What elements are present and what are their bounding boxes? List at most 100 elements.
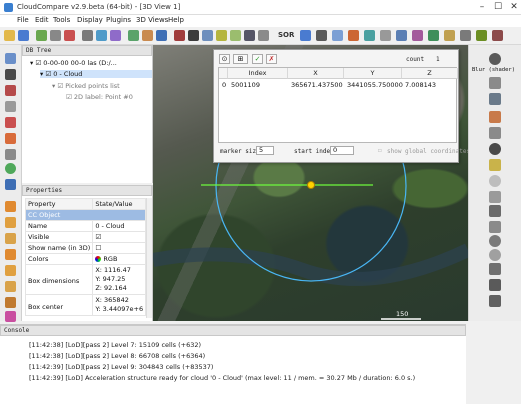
- compute-icon[interactable]: [380, 30, 391, 41]
- export-button[interactable]: ⊞: [233, 54, 248, 64]
- properties-scrollbar[interactable]: [146, 198, 152, 318]
- tree-item-picked-points[interactable]: ▾ ☑ Picked points list: [52, 82, 120, 90]
- measure-icon[interactable]: [444, 30, 455, 41]
- picked-point-marker[interactable]: [307, 181, 315, 189]
- prop-show-name-checkbox[interactable]: ☐: [92, 242, 147, 254]
- close-button[interactable]: ✕: [506, 1, 521, 13]
- cell-z[interactable]: 7.008143: [405, 81, 436, 89]
- start-index-spinbox[interactable]: 0: [330, 146, 354, 155]
- globe-icon[interactable]: [5, 163, 16, 174]
- scale-icon[interactable]: [5, 69, 16, 80]
- menu-3d-views[interactable]: 3D Views: [136, 16, 168, 24]
- screenshot-icon[interactable]: [489, 279, 501, 291]
- octree-icon[interactable]: [428, 30, 439, 41]
- camera-icon[interactable]: [489, 221, 501, 233]
- maximize-button[interactable]: ☐: [490, 1, 506, 13]
- scalar-field-icon[interactable]: [110, 30, 121, 41]
- delete-icon[interactable]: [64, 30, 75, 41]
- compass-icon[interactable]: [489, 235, 501, 247]
- rotate-icon[interactable]: [332, 30, 343, 41]
- view-icon[interactable]: [396, 30, 407, 41]
- view-iso-icon[interactable]: [5, 297, 16, 308]
- view-left-icon[interactable]: [5, 233, 16, 244]
- tree-item-label-point[interactable]: ☑ 2D label: Point #0: [66, 93, 133, 101]
- remove-last-button[interactable]: ⊙: [219, 54, 230, 64]
- trace-icon[interactable]: [460, 30, 471, 41]
- show-global-checkbox[interactable]: ☐: [378, 147, 382, 154]
- label-icon[interactable]: [348, 30, 359, 41]
- view-right-icon[interactable]: [5, 249, 16, 260]
- mesh-icon[interactable]: [156, 30, 167, 41]
- view-back-icon[interactable]: [5, 265, 16, 276]
- view-front-icon[interactable]: [5, 201, 16, 212]
- sphere-icon[interactable]: [489, 175, 501, 187]
- ssao-icon[interactable]: [489, 93, 501, 105]
- cancel-button[interactable]: ✗: [266, 54, 277, 64]
- canupo-icon[interactable]: [476, 30, 487, 41]
- edit-scalar-icon[interactable]: [5, 85, 16, 96]
- clone-icon[interactable]: [36, 30, 47, 41]
- prop-colors-select[interactable]: RGB: [92, 253, 147, 265]
- filter-icon[interactable]: [230, 30, 241, 41]
- shader-icon[interactable]: [489, 77, 501, 89]
- gear-icon[interactable]: [489, 53, 501, 65]
- fullscreen-icon[interactable]: [489, 263, 501, 275]
- cell-x[interactable]: 365671.437500: [291, 81, 343, 89]
- align-icon[interactable]: [5, 133, 16, 144]
- view-top-icon[interactable]: [5, 217, 16, 228]
- subsample-icon[interactable]: [258, 30, 269, 41]
- distance-icon[interactable]: [142, 30, 153, 41]
- color-icon[interactable]: [216, 30, 227, 41]
- menu-edit[interactable]: Edit: [35, 16, 49, 24]
- north-icon[interactable]: [489, 205, 501, 217]
- plane-icon[interactable]: [188, 30, 199, 41]
- menu-tools[interactable]: Tools: [53, 16, 70, 24]
- open-icon[interactable]: [4, 30, 15, 41]
- cross-section-icon[interactable]: [202, 30, 213, 41]
- prop-name-value[interactable]: 0 - Cloud: [92, 220, 147, 232]
- point-picking-icon[interactable]: [300, 30, 311, 41]
- menu-help[interactable]: Help: [168, 16, 184, 24]
- prop-box-center-label: Box center: [24, 294, 94, 316]
- save-icon[interactable]: [18, 30, 29, 41]
- perspective-icon[interactable]: [489, 191, 501, 203]
- tree-item-cloud[interactable]: ▾ ☑ 0 - Cloud: [40, 70, 152, 78]
- view-bottom-icon[interactable]: [5, 281, 16, 292]
- clipping-icon[interactable]: [5, 117, 16, 128]
- sor-filter-button[interactable]: SOR: [278, 31, 294, 39]
- tree-item-file[interactable]: ▾ ☑ 0-00-00 00-0 las (D:/...: [30, 59, 117, 67]
- register-icon[interactable]: [128, 30, 139, 41]
- normals-icon[interactable]: [96, 30, 107, 41]
- rgb-icon: [95, 256, 102, 262]
- translate-icon[interactable]: [316, 30, 327, 41]
- sample-icon[interactable]: [82, 30, 93, 41]
- cell-index[interactable]: 5001109: [231, 81, 260, 89]
- pick-rotation-center-icon[interactable]: [5, 53, 16, 64]
- prop-visible-checkbox[interactable]: ☑: [92, 231, 147, 243]
- cross-icon[interactable]: [5, 101, 16, 112]
- fit-icon[interactable]: [364, 30, 375, 41]
- properties-panel: Properties Property State/Value CC Objec…: [22, 185, 153, 321]
- marker-size-spinbox[interactable]: 5: [256, 146, 274, 155]
- validate-button[interactable]: ✓: [252, 54, 263, 64]
- segment-icon[interactable]: [174, 30, 185, 41]
- menu-file[interactable]: File: [17, 16, 29, 24]
- menu-display[interactable]: Display: [77, 16, 103, 24]
- ransac-icon[interactable]: [492, 30, 503, 41]
- cell-y[interactable]: 3441055.750000: [347, 81, 403, 89]
- zoom-icon[interactable]: [5, 179, 16, 190]
- render-icon[interactable]: [412, 30, 423, 41]
- lighting-icon[interactable]: [489, 127, 501, 139]
- stereo-icon[interactable]: [489, 295, 501, 307]
- merge-icon[interactable]: [50, 30, 61, 41]
- statistics-icon[interactable]: [244, 30, 255, 41]
- edl-icon[interactable]: [489, 143, 501, 155]
- orbit-icon[interactable]: [489, 249, 501, 261]
- title-bar: CloudCompare v2.9.beta (64-bit) - [3D Vi…: [0, 0, 521, 15]
- lasso-icon[interactable]: [5, 149, 16, 160]
- minimize-button[interactable]: –: [474, 1, 490, 13]
- display-icon[interactable]: [489, 111, 501, 123]
- color-scale-icon[interactable]: [5, 311, 16, 322]
- menu-plugins[interactable]: Plugins: [106, 16, 131, 24]
- lock-icon[interactable]: [489, 159, 501, 171]
